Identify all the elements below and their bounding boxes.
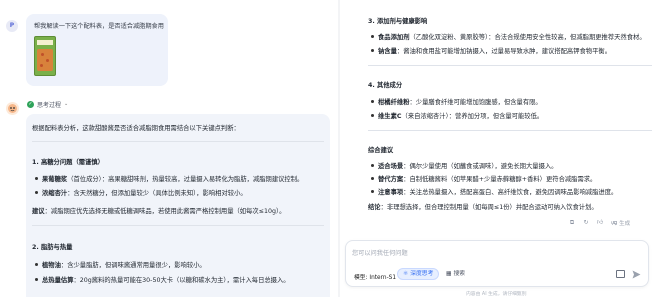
think-process-toggle[interactable]: ✓ 思考过程 ⌄ xyxy=(27,99,68,109)
section-heading: 3. 添加剂与健康影响 xyxy=(368,18,428,25)
bullet-item: 食品添加剂（乙酸化双淀粉、黄原胶等）：合法合规使用安全性较高，但减脂期更推荐天然… xyxy=(378,34,646,41)
divider xyxy=(368,130,652,131)
atom-icon: ⚛ xyxy=(403,271,409,277)
chat-left-pane: P 帮我解读一下这个配料表，是否适合减脂期食用 ✓ 思考过程 ⌄ 根据配料表分析… xyxy=(0,0,340,297)
section-heading: 4. 其他成分 xyxy=(368,82,403,89)
bullet-dot xyxy=(371,164,374,167)
bullet-dot xyxy=(371,114,374,117)
globe-icon: ▦ xyxy=(446,271,452,277)
bullet-dot xyxy=(35,278,38,281)
bullet-dot xyxy=(371,49,374,52)
bullet-item: 植物油：含少量脂肪，但调味酱通常用量很少，影响较小。 xyxy=(42,262,206,269)
bullet-item: 维生素C（来自浓缩杏汁）：营养加分项，但含量可能较低。 xyxy=(378,113,544,120)
check-icon: ✓ xyxy=(27,100,34,108)
bullet-dot xyxy=(371,100,374,103)
model-selector[interactable]: 模型: Intern-S1 xyxy=(354,272,396,281)
chevron-down-icon: ⌄ xyxy=(64,101,69,107)
bullet-dot xyxy=(35,263,38,266)
bullet-dot xyxy=(371,35,374,38)
message-actions: ⧉ ↻ 👍︎ 👎︎ xyxy=(568,219,618,227)
user-avatar: P xyxy=(6,20,18,32)
section-heading: 2. 脂肪与热量 xyxy=(32,244,73,251)
image-upload-icon[interactable] xyxy=(616,270,625,278)
bullet-item: 浓缩杏汁：含天然糖分，但添加量较少（具体比例未知），影响相对较小。 xyxy=(42,190,247,197)
bullet-item: 替代方案：自制低糖酱料（如苹果醋+少量赤藓糖醇+香料）更符合减脂需求。 xyxy=(378,176,597,183)
divider xyxy=(32,225,324,226)
send-icon xyxy=(632,270,641,279)
bullet-dot xyxy=(35,177,38,180)
assistant-avatar-icon xyxy=(6,102,19,115)
footer-disclaimer: 内容由 AI 生成，请仔细甄别 xyxy=(466,292,527,297)
answer-intro: 根据配料表分析，这款甜酸酱是否适合减脂期食用需结合以下关键点判断： xyxy=(32,125,240,132)
copy-icon[interactable]: ⧉ xyxy=(568,219,576,227)
user-message-bubble: 帮我解读一下这个配料表，是否适合减脂期食用 xyxy=(26,14,168,86)
section-heading: 综合建议 xyxy=(368,147,394,154)
bullet-item: 钠含量：酱油和食用盐可能增加钠摄入，过量易导致水肿，建议搭配高钾食物平衡。 xyxy=(378,48,611,55)
divider xyxy=(368,65,652,66)
bullet-item: 适合场景：偶尔少量使用（如蘸食或调味），避免长期大量摄入。 xyxy=(378,163,558,170)
search-toggle[interactable]: ▦ 搜索 xyxy=(442,268,469,280)
deep-think-toggle[interactable]: ⚛ 深度思考 xyxy=(397,268,440,280)
think-process-label: 思考过程 xyxy=(37,101,62,109)
refresh-icon[interactable]: ↻ xyxy=(582,219,590,227)
section-heading: 1. 高糖分问题（需谨慎） xyxy=(32,159,104,166)
assistant-answer-card: 根据配料表分析，这款甜酸酱是否适合减脂期食用需结合以下关键点判断： 1. 高糖分… xyxy=(26,114,330,297)
bullet-dot xyxy=(35,191,38,194)
divider xyxy=(32,141,324,142)
send-button[interactable] xyxy=(631,269,642,280)
bullet-item: 总热量估算：20g酱料的热量可能在30-50大卡（以糖和碳水为主），需计入每日总… xyxy=(42,277,290,284)
attached-image-thumbnail[interactable] xyxy=(34,36,56,76)
chat-input[interactable]: 您可以问我任何问题 xyxy=(352,248,408,257)
user-message-text: 帮我解读一下这个配料表，是否适合减脂期食用 xyxy=(34,23,164,30)
bullet-item: 柑橘纤维粉：少量膳食纤维可能增加饱腹感，但含量有限。 xyxy=(378,99,542,106)
thumbs-up-icon[interactable]: 👍︎ xyxy=(596,219,604,227)
bullet-item: 注意事项：关注总热量摄入，搭配高蛋白、高纤维饮食，避免因调味品影响减脂进度。 xyxy=(378,189,618,196)
ai-generated-note: AI 生成 xyxy=(612,221,631,227)
conclusion: 结论：非理想选择，但合理控制用量（如每周≤1份）并配合运动可纳入饮食计划。 xyxy=(368,204,598,211)
bullet-item: 果葡糖浆（首位成分）：高果糖甜味剂，热量较高，过量摄入易转化为脂肪，减脂期建议控… xyxy=(42,176,304,183)
section-note: 建议：减脂期应优先选择无糖或低糖调味品，若使用此酱需严格控制用量（如每次≤10g… xyxy=(32,208,286,215)
bullet-dot xyxy=(371,190,374,193)
bullet-dot xyxy=(371,177,374,180)
